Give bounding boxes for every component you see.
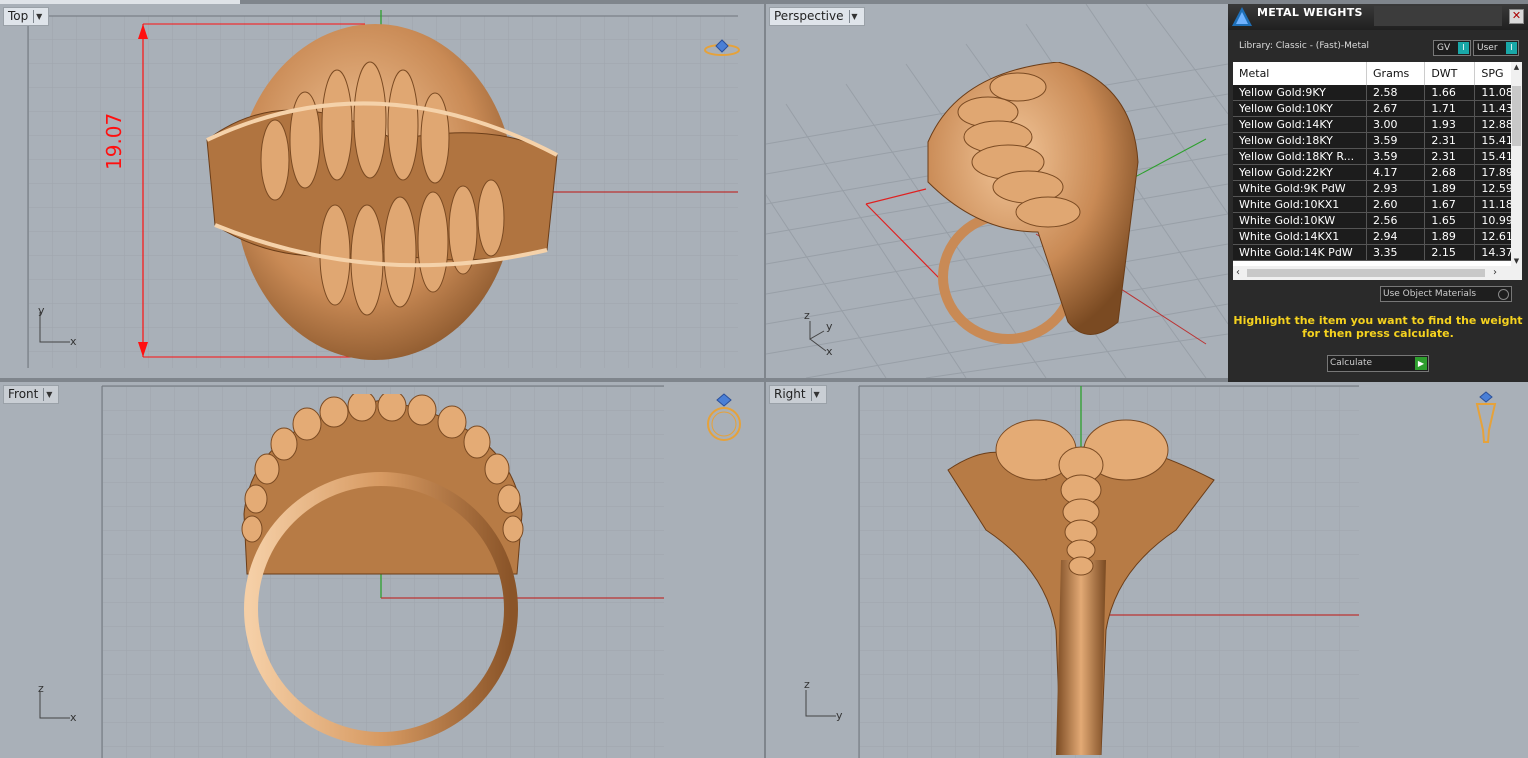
viewport-label-front[interactable]: Front ▼ [3,385,60,404]
viewport-label-right[interactable]: Right ▼ [769,385,827,404]
panel-title: METAL WEIGHTS [1257,6,1363,19]
scroll-right-icon[interactable]: › [1493,266,1497,280]
ring-front-icon [707,393,741,441]
table-row[interactable]: Yellow Gold:9KY 2.58 1.66 11.08 [1233,85,1522,101]
scroll-up-icon[interactable]: ▲ [1512,63,1521,71]
vertical-scrollbar[interactable]: ▲ ▼ [1511,62,1522,266]
close-icon[interactable]: ✕ [1509,9,1524,24]
instruction-text: Highlight the item you want to find the … [1233,314,1523,340]
table-row[interactable]: Yellow Gold:22KY 4.17 2.68 17.89 [1233,164,1522,181]
table-cell: Yellow Gold:18KY [1233,132,1368,149]
table-cell: 3.59 [1366,132,1426,149]
table-cell: 3.59 [1366,148,1426,165]
ring-model-top [206,24,558,360]
radio-icon[interactable] [1498,289,1509,300]
table-cell: Yellow Gold:14KY [1233,116,1368,133]
table-cell: 2.56 [1366,212,1426,229]
scroll-down-icon[interactable]: ▼ [1512,257,1521,265]
table-cell: White Gold:10KW [1233,212,1368,229]
gv-toggle-indicator: I [1458,42,1469,54]
ring-side-icon [1475,391,1497,443]
viewport-top[interactable]: Top ▼ 19.07 y x [0,4,764,378]
table-cell: Yellow Gold:18KY R... [1233,148,1368,165]
table-row[interactable]: Yellow Gold:14KY 3.00 1.93 12.88 [1233,116,1522,133]
chevron-down-icon[interactable]: ▼ [848,10,860,23]
table-cell: Yellow Gold:22KY [1233,164,1368,181]
user-toggle-indicator: I [1506,42,1517,54]
scroll-left-icon[interactable]: ‹ [1236,266,1240,280]
viewport-perspective[interactable]: Perspective ▼ z y x [766,4,1228,378]
table-cell: 2.31 [1424,148,1476,165]
table-cell: 3.35 [1366,244,1426,261]
table-cell: 2.15 [1424,244,1476,261]
table-cell: 2.68 [1424,164,1476,181]
table-cell: 2.58 [1366,85,1426,101]
calculate-button[interactable]: Calculate ▶ [1327,355,1429,372]
gemvision-logo-icon [1232,7,1252,26]
chevron-down-icon[interactable]: ▼ [33,10,44,23]
table-cell: Yellow Gold:10KY [1233,100,1368,117]
table-cell: 2.94 [1366,228,1426,245]
viewport-right[interactable]: Right ▼ z y [766,382,1528,758]
chevron-down-icon[interactable]: ▼ [43,388,54,401]
table-row[interactable]: White Gold:14KX1 2.94 1.89 12.61 [1233,228,1522,245]
table-row[interactable]: White Gold:14K PdW 3.35 2.15 14.37 [1233,244,1522,261]
metal-weights-panel[interactable]: METAL WEIGHTS ✕ Library: Classic - (Fast… [1228,4,1528,382]
table-cell: Yellow Gold:9KY [1233,85,1368,101]
tab-strip [0,0,240,4]
table-cell: White Gold:14KX1 [1233,228,1368,245]
table-cell: 2.31 [1424,132,1476,149]
table-row[interactable]: Yellow Gold:18KY 3.59 2.31 15.41 [1233,132,1522,149]
table-cell: White Gold:14K PdW [1233,244,1368,261]
table-row[interactable]: White Gold:9K PdW 2.93 1.89 12.59 [1233,180,1522,197]
table-cell: 3.00 [1366,116,1426,133]
table-cell: White Gold:9K PdW [1233,180,1368,197]
table-cell: 1.66 [1424,85,1476,101]
table-row[interactable]: White Gold:10KW 2.56 1.65 10.99 [1233,212,1522,229]
chevron-down-icon[interactable]: ▼ [810,388,822,401]
scrollbar-thumb[interactable] [1247,269,1485,277]
play-icon[interactable]: ▶ [1415,357,1427,370]
table-cell: 1.89 [1424,228,1476,245]
table-row[interactable]: Yellow Gold:18KY R... 3.59 2.31 15.41 [1233,148,1522,165]
viewport-label-top[interactable]: Top ▼ [3,7,50,26]
column-header[interactable]: DWT [1424,62,1476,85]
table-cell: 1.93 [1424,116,1476,133]
column-header[interactable]: Grams [1366,62,1426,85]
table-row[interactable]: Yellow Gold:10KY 2.67 1.71 11.43 [1233,100,1522,117]
metals-table[interactable]: Metal Grams DWT SPG Yellow Gold:9KY 2.58 1.66… [1233,62,1522,280]
table-cell: 1.67 [1424,196,1476,213]
gv-toggle[interactable]: GV I [1433,40,1471,56]
table-cell: 2.67 [1366,100,1426,117]
library-label: Library: Classic - (Fast)-Metal [1239,41,1370,51]
table-cell: 1.71 [1424,100,1476,117]
table-cell: White Gold:10KX1 [1233,196,1368,213]
ring-model-perspective [927,62,1139,344]
table-cell: 4.17 [1366,164,1426,181]
table-cell: 2.93 [1366,180,1426,197]
scrollbar-thumb[interactable] [1512,86,1521,146]
ring-view-icon [704,39,740,56]
use-object-materials-option[interactable]: Use Object Materials [1380,286,1512,302]
horizontal-scrollbar[interactable]: ‹ › [1233,266,1522,280]
viewport-front[interactable]: Front ▼ z x [0,382,764,758]
dimension-value: 19.07 [102,112,126,170]
title-tab-area [1374,6,1502,26]
table-cell: 2.60 [1366,196,1426,213]
table-cell: 1.89 [1424,180,1476,197]
ring-model-front [241,394,524,746]
table-cell: 1.65 [1424,212,1476,229]
ring-model-right [947,419,1215,755]
column-header[interactable]: Metal [1233,62,1368,85]
metals-grid: Metal Grams DWT SPG Yellow Gold:9KY 2.58 1.66… [1233,62,1522,261]
table-row[interactable]: White Gold:10KX1 2.60 1.67 11.18 [1233,196,1522,213]
user-toggle[interactable]: User I [1473,40,1519,56]
panel-title-bar[interactable]: METAL WEIGHTS ✕ [1228,4,1528,30]
viewport-label-perspective[interactable]: Perspective ▼ [769,7,865,26]
